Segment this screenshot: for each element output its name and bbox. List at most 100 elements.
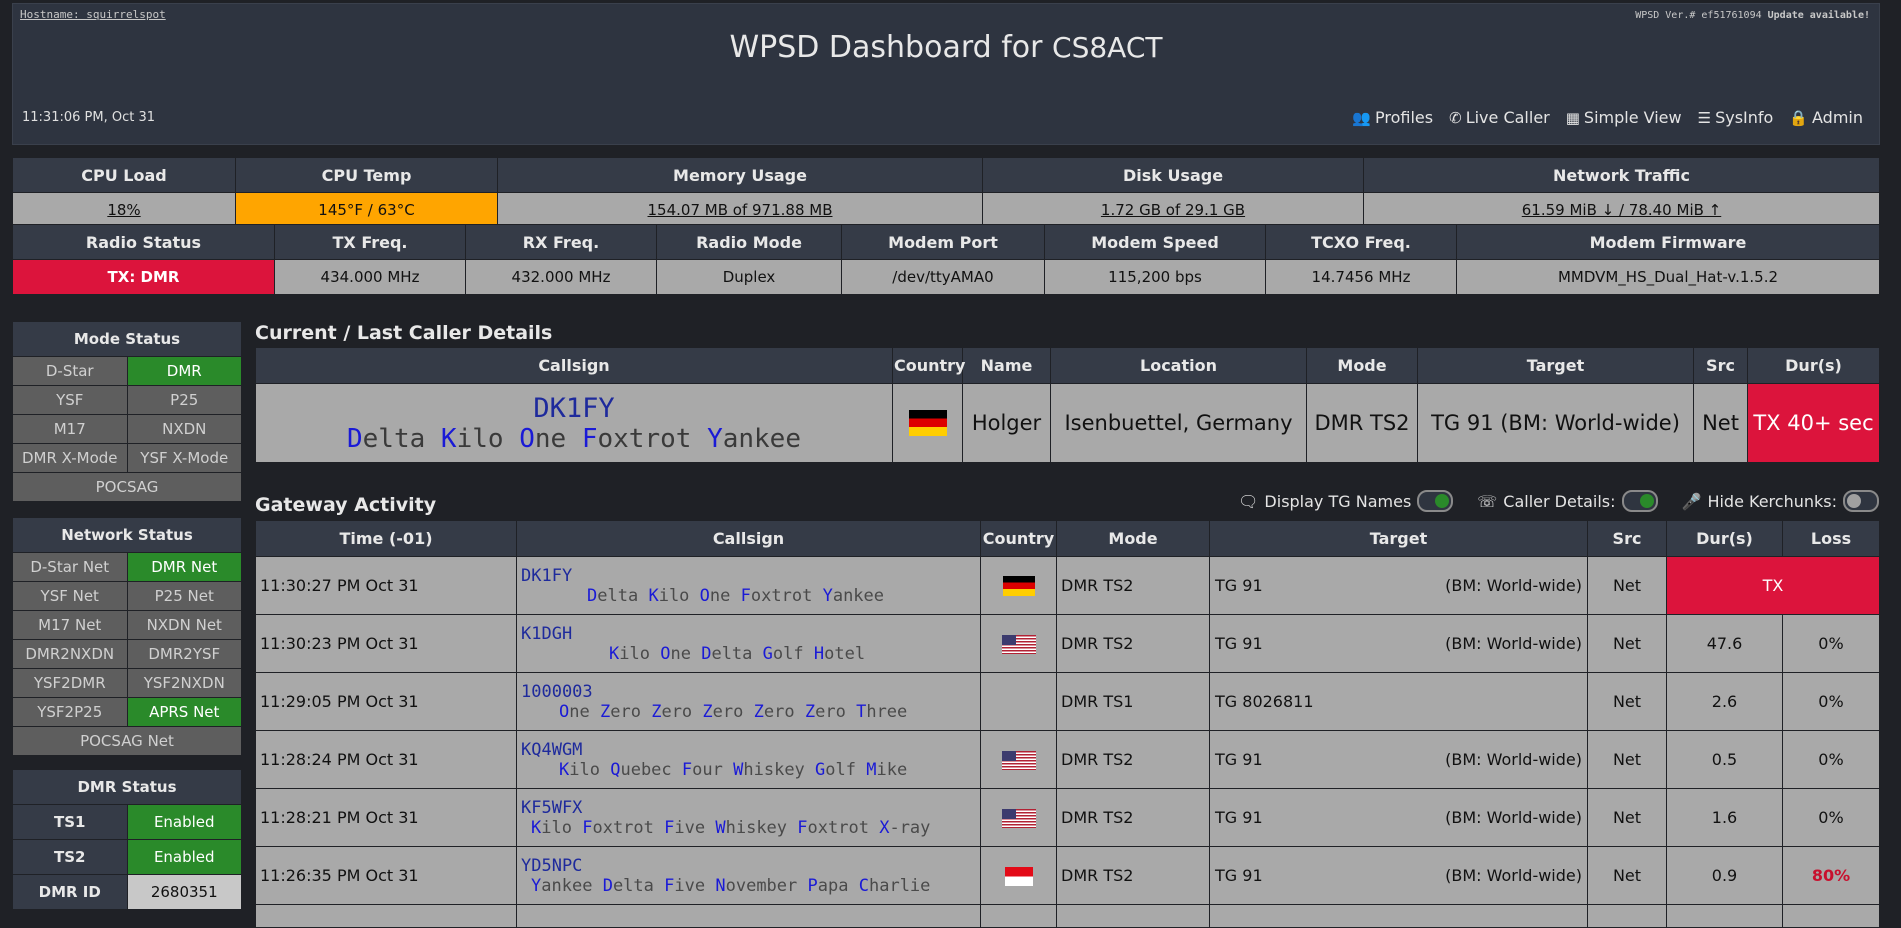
phonetic-initial: N — [715, 875, 726, 896]
table-row: 11:26:35 PM Oct 31 YD5NPC Yankee Delta Fi… — [255, 846, 1880, 905]
gw-tg-name: (BM: World-wide) — [1445, 750, 1582, 769]
gw-loss: 0% — [1782, 730, 1880, 789]
phonetic-initial: Z — [599, 701, 611, 722]
caller-callsign-link[interactable]: DK1FY — [257, 393, 891, 424]
caller-header-name: Name — [962, 347, 1051, 384]
table-row — [255, 904, 1880, 928]
gw-phonetic: Delta Kilo One Foxtrot Yankee — [587, 585, 885, 606]
gw-mode: DMR TS2 — [1056, 614, 1210, 673]
gw-country — [980, 730, 1057, 789]
gw-src: Net — [1587, 614, 1667, 673]
gw-tg: TG 91 — [1215, 866, 1263, 885]
gw-loss: 0% — [1782, 672, 1880, 731]
hide-kerchunks-switch[interactable] — [1843, 490, 1879, 512]
gw-country — [980, 672, 1057, 731]
profiles-link[interactable]: 👥 Profiles — [1352, 108, 1433, 127]
disk-text: 1.72 GB of 29.1 GB — [1100, 201, 1246, 219]
update-available-link[interactable]: Update available! — [1768, 10, 1870, 21]
hide-kerchunks-toggle[interactable]: 🎤 Hide Kerchunks: — [1682, 490, 1879, 512]
gw-mode: DMR TS2 — [1056, 556, 1210, 615]
header-radio-mode: Radio Mode — [656, 224, 842, 260]
phonetic-initial: W — [715, 817, 726, 838]
ts2-value: Enabled — [126, 839, 242, 875]
phone-icon: ✆ — [1449, 108, 1462, 127]
gw-time: 11:29:05 PM Oct 31 — [255, 672, 517, 731]
gw-callsign-link[interactable]: K1DGH — [521, 624, 572, 644]
gw-tg-name: (BM: World-wide) — [1445, 634, 1582, 653]
caller-details-switch[interactable] — [1621, 490, 1658, 512]
gw-mode — [1056, 904, 1210, 928]
table-row: 11:30:23 PM Oct 31 K1DGH Kilo One Delta G… — [255, 614, 1880, 673]
gw-callsign-link[interactable]: 1000003 — [521, 682, 593, 702]
net-dstar: D-Star Net — [12, 552, 128, 582]
usa-flag-icon — [1001, 808, 1036, 828]
phonetic-initial: O — [559, 701, 570, 722]
admin-label: Admin — [1812, 108, 1863, 127]
lock-icon: 🔒 — [1789, 108, 1808, 127]
header-modem-port: Modem Port — [841, 224, 1045, 260]
caller-src: Net — [1693, 383, 1748, 463]
gw-target: TG 8026811 — [1209, 672, 1588, 731]
net-ysf: YSF Net — [12, 581, 128, 611]
gw-callsign-link[interactable]: KQ4WGM — [521, 740, 582, 760]
simple-view-link[interactable]: ▦ Simple View — [1566, 108, 1682, 127]
gw-target: TG 91 (BM: World-wide) — [1209, 788, 1588, 847]
caller-details-toggle[interactable]: ☏ Caller Details: — [1477, 490, 1658, 512]
gw-target: TG 91 (BM: World-wide) — [1209, 556, 1588, 615]
net-p25: P25 Net — [126, 581, 242, 611]
mode-nxdn: NXDN — [126, 414, 242, 444]
mode-ysf-xmode: YSF X-Mode — [126, 443, 242, 473]
hostname-link[interactable]: Hostname: squirrelspot — [20, 8, 166, 21]
gw-mode: DMR TS2 — [1056, 730, 1210, 789]
gw-dur: TX — [1666, 556, 1880, 615]
gw-loss — [1782, 904, 1880, 928]
phonetic-initial: H — [813, 643, 825, 664]
tg-names-label: Display TG Names — [1264, 491, 1412, 511]
net-ysf2p25: YSF2P25 — [12, 697, 128, 727]
gw-callsign-link[interactable]: DK1FY — [521, 566, 572, 586]
cpu-temp-value: 145°F / 63°C — [235, 192, 498, 228]
header-cpu-temp: CPU Temp — [235, 157, 498, 193]
dmr-status-title: DMR Status — [12, 769, 242, 805]
phonetic-initial: M — [866, 759, 877, 780]
gw-callsign-link[interactable]: KF5WFX — [521, 798, 582, 818]
caller-header-country: Country — [892, 347, 965, 384]
caller-header-mode: Mode — [1306, 347, 1418, 384]
gateway-section-title: Gateway Activity — [255, 494, 437, 516]
users-icon: 👥 — [1352, 108, 1372, 127]
header-memory: Memory Usage — [497, 157, 983, 193]
gw-target: TG 91 (BM: World-wide) — [1209, 730, 1588, 789]
gw-header-mode: Mode — [1056, 520, 1210, 557]
sysinfo-link[interactable]: ☰ SysInfo — [1698, 108, 1774, 127]
tg-names-toggle[interactable]: 🗨 Display TG Names — [1238, 490, 1454, 512]
header-network: Network Traffic — [1363, 157, 1880, 193]
page-title: WPSD Dashboard for CS8ACT — [13, 30, 1879, 65]
radio-stats-table: Radio Status TX Freq. RX Freq. Radio Mod… — [12, 224, 1880, 295]
caller-header-src: Src — [1693, 347, 1748, 384]
table-row: 11:28:21 PM Oct 31 KF5WFX Kilo Foxtrot Fi… — [255, 788, 1880, 847]
gw-time: 11:28:24 PM Oct 31 — [255, 730, 517, 789]
header-firmware: Modem Firmware — [1456, 224, 1880, 260]
gw-loss: 0% — [1782, 788, 1880, 847]
admin-link[interactable]: 🔒 Admin — [1789, 108, 1863, 127]
version-text: WPSD Ver.# ef51761094 — [1635, 10, 1768, 21]
gateway-activity-table: Time (-01) Callsign Country Mode Target … — [255, 520, 1880, 928]
gw-callsign-link[interactable]: YD5NPC — [521, 856, 582, 876]
caller-header-target: Target — [1417, 347, 1694, 384]
modem-speed-value: 115,200 bps — [1044, 259, 1266, 295]
header-tcxo: TCXO Freq. — [1265, 224, 1457, 260]
disk-value: 1.72 GB of 29.1 GB — [982, 192, 1364, 228]
live-caller-link[interactable]: ✆ Live Caller — [1449, 108, 1550, 127]
gw-time: 11:28:21 PM Oct 31 — [255, 788, 517, 847]
tg-names-switch[interactable] — [1417, 490, 1454, 512]
ts1-value: Enabled — [126, 804, 242, 840]
germany-flag-icon — [908, 410, 947, 436]
phonetic-initial: K — [609, 643, 620, 664]
gw-country — [980, 556, 1057, 615]
header-rx-freq: RX Freq. — [465, 224, 657, 260]
gw-callsign-cell: 1000003 One Zero Zero Zero Zero Zero Thre… — [516, 672, 981, 731]
network-value: 61.59 MiB ↓ / 78.40 MiB ↑ — [1363, 192, 1880, 228]
mode-dstar: D-Star — [12, 356, 128, 386]
indonesia-flag-icon — [1004, 866, 1033, 886]
gw-dur — [1666, 904, 1783, 928]
